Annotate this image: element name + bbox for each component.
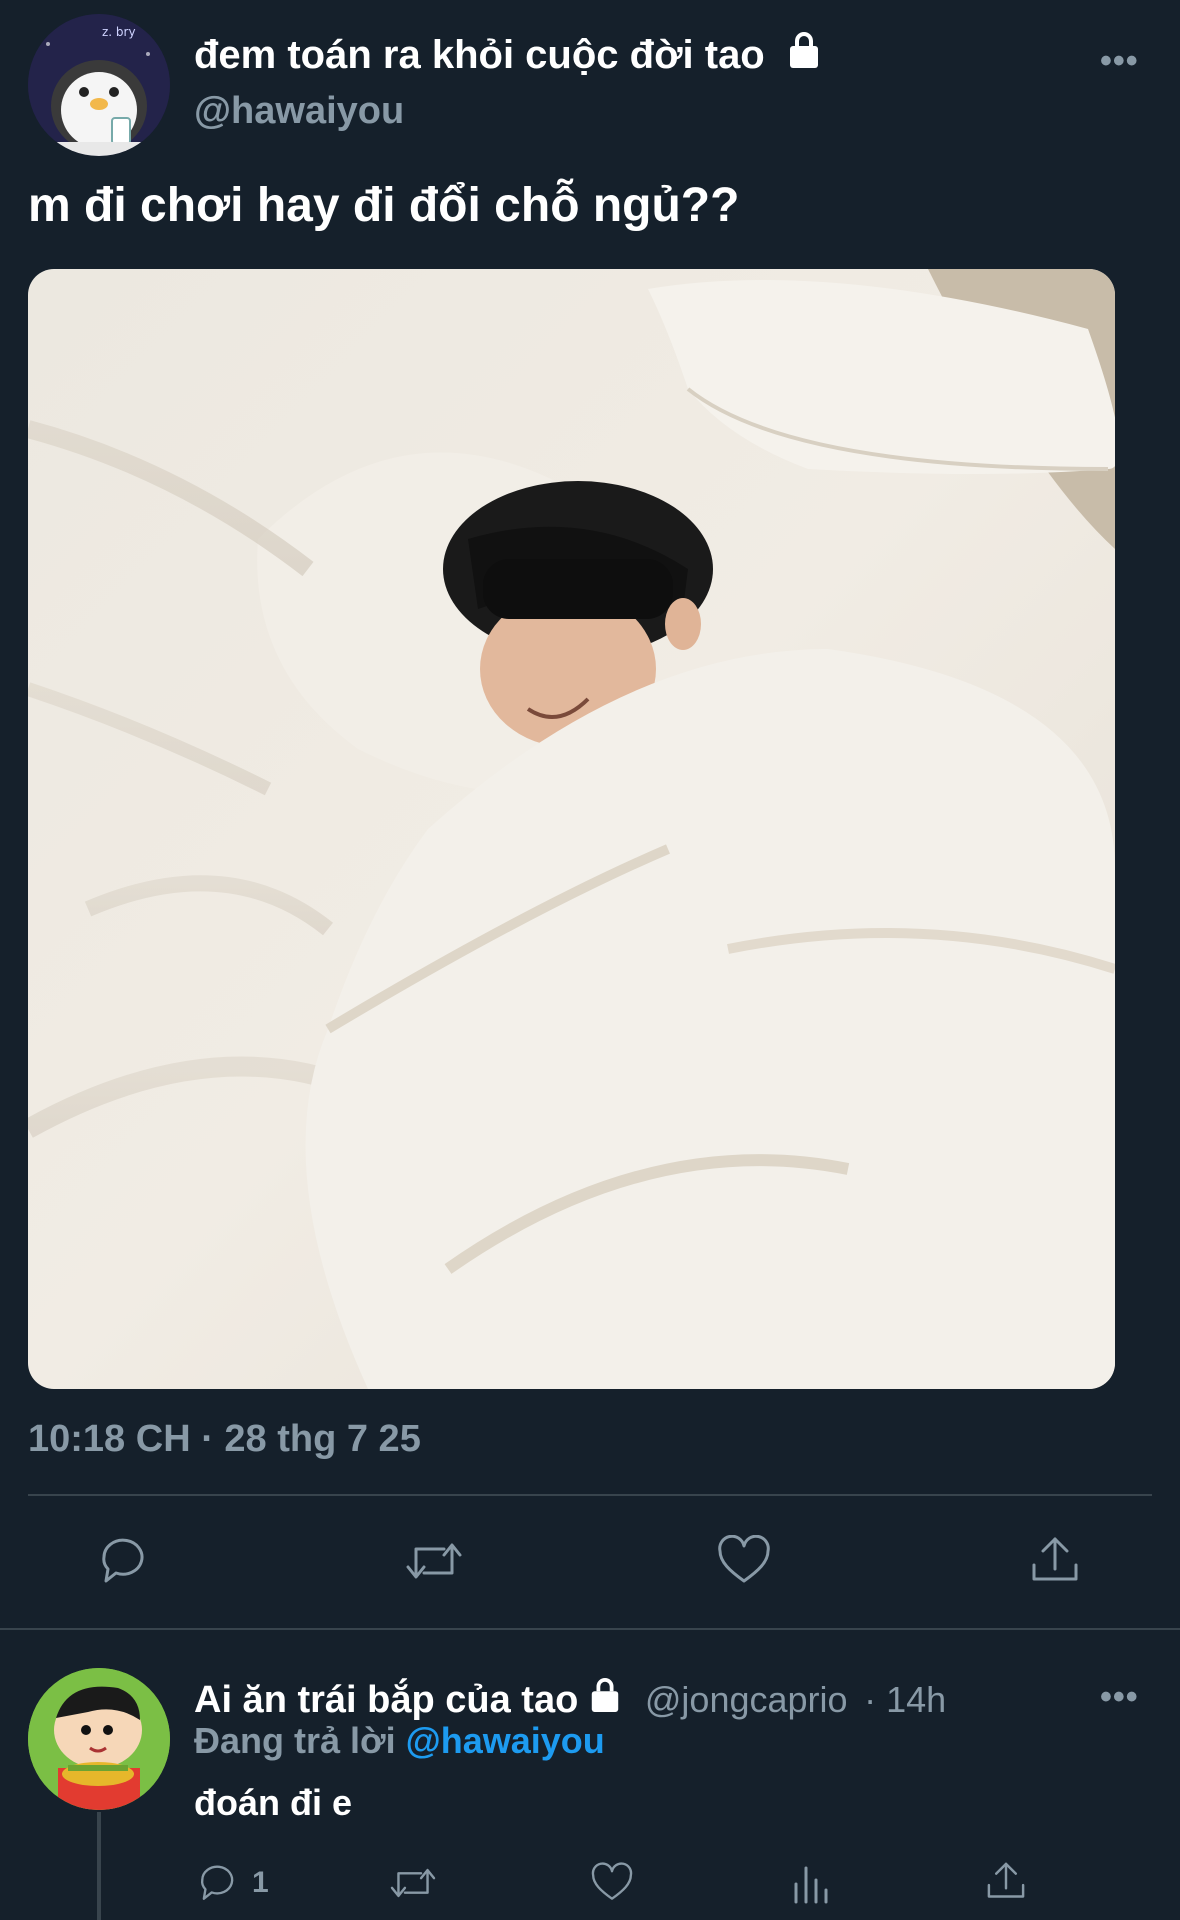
- reply-reply-button[interactable]: 1: [196, 1862, 269, 1904]
- reply-header: Ai ăn trái bắp của tao @jongcaprio · 14h: [194, 1676, 946, 1724]
- author-handle[interactable]: @hawaiyou: [194, 90, 404, 133]
- views-icon[interactable]: [790, 1862, 830, 1904]
- replying-to-label: Đang trả lời: [194, 1720, 396, 1761]
- lock-icon: [786, 30, 822, 80]
- replying-to-mention[interactable]: @hawaiyou: [406, 1720, 605, 1761]
- reply-text: đoán đi e: [194, 1782, 353, 1823]
- divider: [28, 1494, 1152, 1496]
- author-name[interactable]: đem toán ra khỏi cuộc đời tao: [194, 30, 822, 80]
- tweet-photo[interactable]: [28, 269, 1115, 1389]
- share-icon[interactable]: [984, 1858, 1028, 1904]
- reply-count: 1: [252, 1866, 269, 1899]
- author-name-text: đem toán ra khỏi cuộc đời tao: [194, 33, 765, 77]
- reply-time[interactable]: · 14h: [864, 1679, 946, 1720]
- reply-icon[interactable]: [96, 1535, 152, 1587]
- reply-author-handle[interactable]: @jongcaprio: [645, 1679, 848, 1720]
- reply-author-avatar[interactable]: [28, 1668, 170, 1810]
- reply-author-name[interactable]: Ai ăn trái bắp của tao: [194, 1679, 578, 1721]
- share-icon[interactable]: [1028, 1533, 1082, 1587]
- like-icon[interactable]: [716, 1535, 772, 1587]
- author-avatar[interactable]: z. bry: [28, 14, 170, 156]
- retweet-icon[interactable]: [404, 1535, 464, 1587]
- tweet-timestamp[interactable]: 10:18 CH · 28 thg 7 25: [28, 1418, 421, 1461]
- thread-line: [97, 1812, 101, 1920]
- reply-more-options-button[interactable]: •••: [1100, 1678, 1139, 1717]
- tweet-text: m đi chơi hay đi đổi chỗ ngủ??: [28, 179, 740, 232]
- reply-icon: [196, 1862, 240, 1904]
- lock-icon: [588, 1676, 622, 1724]
- more-options-button[interactable]: •••: [1100, 42, 1139, 81]
- retweet-icon[interactable]: [388, 1862, 438, 1904]
- svg-text:z. bry: z. bry: [102, 25, 136, 39]
- replying-to: Đang trả lời @hawaiyou: [194, 1720, 605, 1762]
- like-icon[interactable]: [590, 1862, 634, 1904]
- divider: [0, 1628, 1180, 1630]
